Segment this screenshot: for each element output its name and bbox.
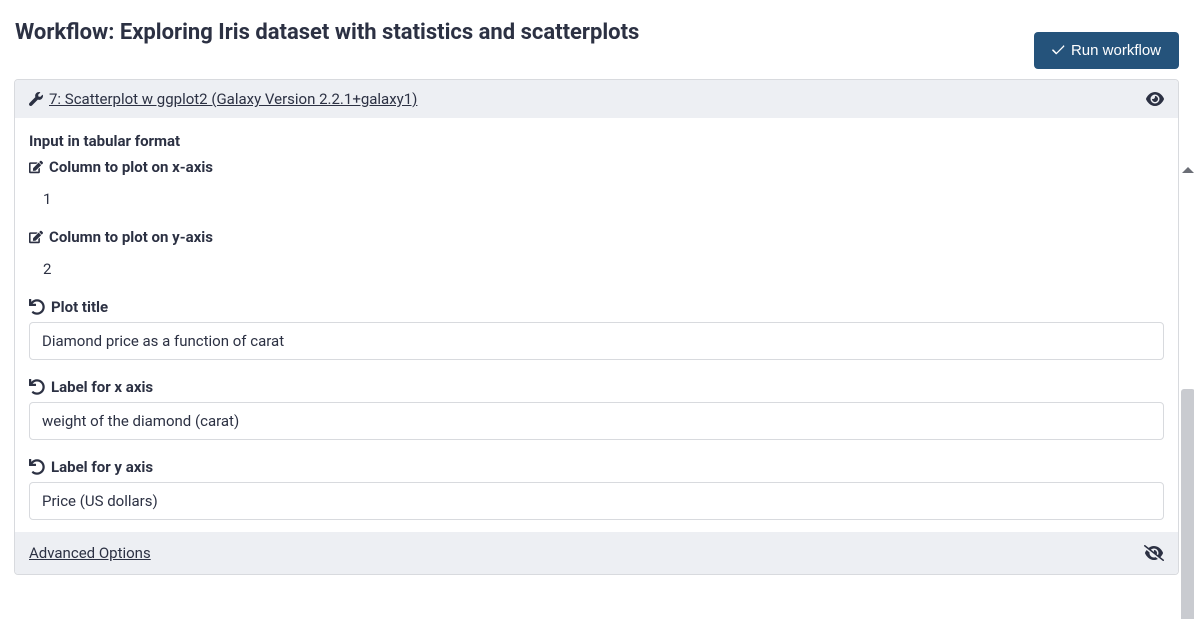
plot-title-input[interactable]: [29, 322, 1164, 360]
y-column-value: 2: [29, 252, 1164, 286]
plot-title-label: Plot title: [51, 298, 108, 316]
edit-icon[interactable]: [29, 230, 43, 244]
page-title: Workflow: Exploring Iris dataset with st…: [15, 20, 639, 45]
eye-icon[interactable]: [1146, 90, 1164, 108]
undo-icon[interactable]: [29, 459, 45, 475]
step-panel: 7: Scatterplot w ggplot2 (Galaxy Version…: [14, 79, 1179, 575]
undo-icon[interactable]: [29, 379, 45, 395]
undo-icon[interactable]: [29, 299, 45, 315]
x-label-label: Label for x axis: [51, 378, 153, 396]
x-label-input[interactable]: [29, 402, 1164, 440]
advanced-options-link[interactable]: Advanced Options: [29, 544, 151, 562]
step-link[interactable]: 7: Scatterplot w ggplot2 (Galaxy Version…: [49, 90, 417, 108]
y-label-label: Label for y axis: [51, 458, 153, 476]
scroll-up-arrow[interactable]: [1182, 167, 1194, 173]
wrench-icon: [29, 92, 43, 106]
x-column-value: 1: [29, 182, 1164, 216]
y-label-input[interactable]: [29, 482, 1164, 520]
run-button-label: Run workflow: [1071, 42, 1161, 59]
advanced-options-section[interactable]: Advanced Options: [15, 532, 1178, 574]
x-column-label: Column to plot on x-axis: [49, 158, 213, 176]
y-column-label: Column to plot on y-axis: [49, 228, 213, 246]
eye-slash-icon[interactable]: [1144, 544, 1164, 562]
edit-icon[interactable]: [29, 160, 43, 174]
scrollbar-thumb[interactable]: [1181, 389, 1194, 619]
run-workflow-button[interactable]: Run workflow: [1034, 32, 1179, 69]
check-icon: [1052, 44, 1065, 57]
step-header[interactable]: 7: Scatterplot w ggplot2 (Galaxy Version…: [15, 80, 1178, 118]
input-format-label: Input in tabular format: [29, 132, 1164, 150]
